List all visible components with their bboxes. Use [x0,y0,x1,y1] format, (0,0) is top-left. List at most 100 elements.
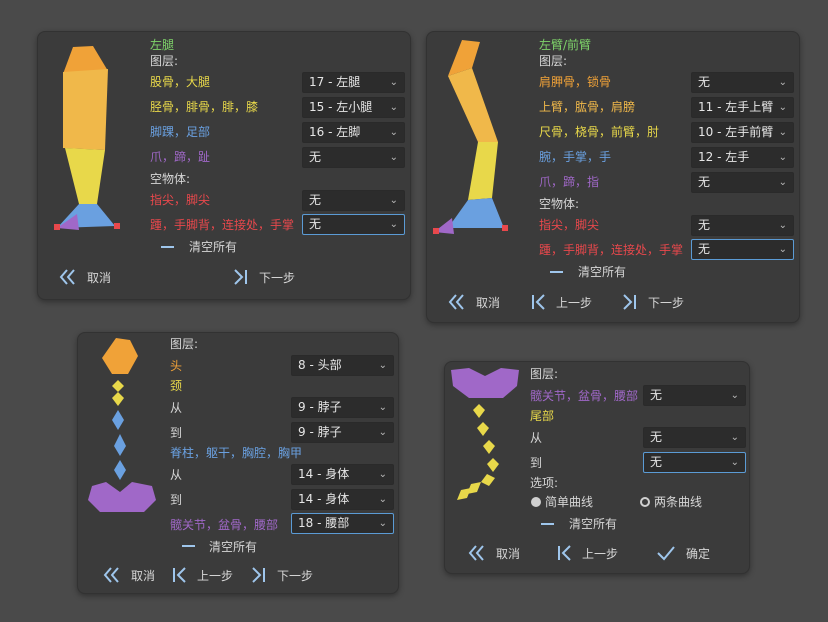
heel-select[interactable]: 无 ⌄ [691,239,794,260]
head-select[interactable]: 8 - 头部 ⌄ [291,355,394,376]
chevron-down-icon: ⌄ [778,244,787,255]
femur-select[interactable]: 17 - 左腿 ⌄ [302,72,405,93]
tibia-label: 胫骨，腓骨，腓，膝 [150,100,259,114]
confirm-button[interactable]: 确定 [656,543,710,563]
cancel-button[interactable]: 取消 [448,292,500,312]
tip-label: 指尖，脚尖 [150,193,211,207]
prev-step-icon [173,567,186,583]
forearm-label: 尺骨，桡骨，前臂，肘 [539,125,660,139]
neck-from-select[interactable]: 9 - 脖子 ⌄ [291,397,394,418]
tail-to-select[interactable]: 无 ⌄ [643,452,746,473]
checkmark-icon [657,546,675,561]
chevron-down-icon: ⌄ [778,152,787,163]
upper-arm-select[interactable]: 11 - 左手上臂 ⌄ [691,97,794,118]
simple-curve-label: 简单曲线 [545,495,594,509]
ankle-select[interactable]: 16 - 左脚 ⌄ [302,122,405,143]
cancel-button[interactable]: 取消 [59,267,111,287]
layers-label: 图层: [150,54,179,68]
spine-to-select[interactable]: 14 - 身体 ⌄ [291,489,394,510]
hip-select[interactable]: 无 ⌄ [643,385,746,406]
chevron-down-icon: ⌄ [378,360,387,371]
chevron-down-icon: ⌄ [389,77,398,88]
prev-step-button[interactable]: 上一步 [171,565,233,585]
spine-diagram [88,338,156,512]
options-label: 选项: [530,476,559,490]
spine-to-label: 到 [170,493,183,507]
clear-all-icon [161,246,174,248]
femur-label: 股骨，大腿 [150,75,211,89]
panel-title: 左腿 [150,38,175,52]
double-chevron-left-icon [468,545,484,561]
prev-step-button[interactable]: 上一步 [530,292,592,312]
chevron-down-icon: ⌄ [389,219,398,230]
chevron-down-icon: ⌄ [778,102,787,113]
tail-from-select[interactable]: 无 ⌄ [643,427,746,448]
next-step-label: 下一步 [277,568,314,583]
tip-select[interactable]: 无 ⌄ [302,190,405,211]
tip-label: 指尖，脚尖 [539,218,600,232]
rig-panel-spine: 图层: 头 8 - 头部 ⌄ 颈 从 9 - 脖子 ⌄ 到 9 - 脖子 ⌄ 脊柱，躯… [77,332,399,594]
next-step-button[interactable]: 下一步 [622,292,684,312]
chevron-down-icon: ⌄ [389,127,398,138]
clear-all-button[interactable]: 清空所有 [209,538,257,555]
two-curves-radio[interactable]: 两条曲线 [640,493,702,510]
prev-step-label: 上一步 [197,568,234,583]
simple-curve-radio[interactable]: 简单曲线 [531,493,593,510]
chevron-down-icon: ⌄ [389,152,398,163]
forearm-select[interactable]: 10 - 左手前臂 ⌄ [691,122,794,143]
spine-label: 脊柱，躯干，胸腔，胸甲 [170,446,303,460]
wrist-select[interactable]: 12 - 左手 ⌄ [691,147,794,168]
cancel-button[interactable]: 取消 [103,565,155,585]
ankle-label: 脚踝，足部 [150,125,211,139]
empty-objects-label: 空物体: [150,172,191,186]
chevron-down-icon: ⌄ [778,177,787,188]
head-label: 头 [170,359,183,373]
layers-label: 图层: [530,367,559,381]
chevron-down-icon: ⌄ [778,77,787,88]
next-step-label: 下一步 [259,270,296,285]
next-step-button[interactable]: 下一步 [233,267,295,287]
rig-panel-left-arm: 左臂/前臂 图层: 肩胛骨，锁骨 无 ⌄ 上臂，肱骨，肩膀 11 - 左手上臂 ⌄ … [426,31,800,323]
double-chevron-left-icon [59,269,75,285]
heel-select[interactable]: 无 ⌄ [302,214,405,235]
next-step-label: 下一步 [648,295,685,310]
layers-label: 图层: [170,337,199,351]
scapula-select[interactable]: 无 ⌄ [691,72,794,93]
prev-step-icon [532,294,545,310]
clear-all-icon [541,523,554,525]
cancel-button[interactable]: 取消 [468,543,520,563]
next-step-button[interactable]: 下一步 [251,565,313,585]
next-step-icon [623,294,636,310]
spine-from-label: 从 [170,468,183,482]
prev-step-button[interactable]: 上一步 [556,543,618,563]
wrist-label: 腕，手掌，手 [539,150,612,164]
claw-select[interactable]: 无 ⌄ [302,147,405,168]
radio-unselected-icon [640,496,650,507]
tail-to-label: 到 [530,456,543,470]
claw-select[interactable]: 无 ⌄ [691,172,794,193]
clear-all-button[interactable]: 清空所有 [578,263,626,280]
chevron-down-icon: ⌄ [378,494,387,505]
chevron-down-icon: ⌄ [378,518,387,529]
chevron-down-icon: ⌄ [378,427,387,438]
chevron-down-icon: ⌄ [730,390,739,401]
chevron-down-icon: ⌄ [378,469,387,480]
double-chevron-left-icon [103,567,119,583]
panel-title: 左臂/前臂 [539,38,592,52]
tibia-select[interactable]: 15 - 左小腿 ⌄ [302,97,405,118]
prev-step-label: 上一步 [582,546,619,561]
hip-select[interactable]: 18 - 腰部 ⌄ [291,513,394,534]
claw-label: 爪，蹄，趾 [150,150,211,164]
neck-to-select[interactable]: 9 - 脖子 ⌄ [291,422,394,443]
tip-select[interactable]: 无 ⌄ [691,215,794,236]
clear-all-button[interactable]: 清空所有 [569,515,617,532]
clear-all-button[interactable]: 清空所有 [189,238,237,255]
confirm-label: 确定 [686,546,711,561]
hip-label: 髋关节，盆骨，腰部 [530,389,639,403]
tail-label: 尾部 [530,409,555,423]
clear-all-icon [182,545,195,547]
spine-from-select[interactable]: 14 - 身体 ⌄ [291,464,394,485]
cancel-label: 取消 [476,295,501,310]
chevron-down-icon: ⌄ [378,402,387,413]
next-step-icon [252,567,265,583]
